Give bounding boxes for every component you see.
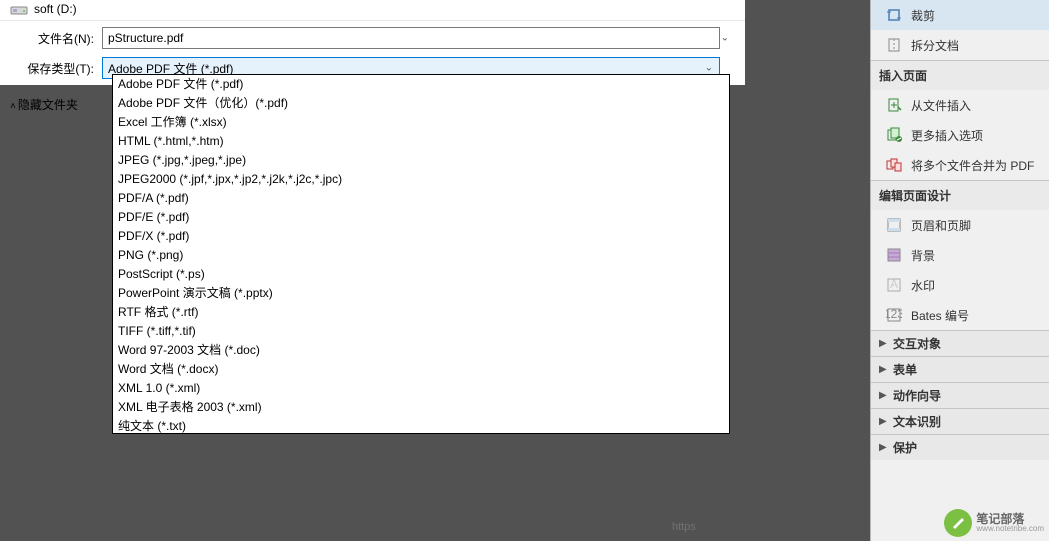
collapsed-section[interactable]: ▶ 交互对象 <box>871 330 1049 356</box>
dropdown-option[interactable]: Adobe PDF 文件（优化）(*.pdf) <box>113 94 729 113</box>
tool-label: 页眉和页脚 <box>911 217 971 234</box>
watermark-logo-icon <box>944 509 972 537</box>
tool-label: 拆分文档 <box>911 37 959 54</box>
triangle-right-icon: ▶ <box>879 338 889 349</box>
drive-location-row[interactable]: soft (D:) <box>0 0 745 21</box>
section-label: 动作向导 <box>893 387 941 404</box>
dropdown-option[interactable]: HTML (*.html,*.htm) <box>113 132 729 151</box>
tool-header-footer[interactable]: 页眉和页脚 <box>871 210 1049 240</box>
section-insert-pages: 插入页面 <box>871 60 1049 90</box>
collapsed-section[interactable]: ▶ 保护 <box>871 434 1049 460</box>
tool-file-insert[interactable]: 从文件插入 <box>871 90 1049 120</box>
dropdown-option[interactable]: Word 文档 (*.docx) <box>113 360 729 379</box>
section-label: 文本识别 <box>893 413 941 430</box>
file-insert-icon <box>885 96 903 114</box>
collapsed-section[interactable]: ▶ 动作向导 <box>871 382 1049 408</box>
tool-label: 从文件插入 <box>911 97 971 114</box>
tool-label: Bates 编号 <box>911 307 969 324</box>
section-edit-design: 编辑页面设计 <box>871 180 1049 210</box>
dropdown-option[interactable]: JPEG (*.jpg,*.jpeg,*.jpe) <box>113 151 729 170</box>
dropdown-option[interactable]: PDF/X (*.pdf) <box>113 227 729 246</box>
save-dialog: soft (D:) 文件名(N): ⌄ 保存类型(T): Adobe PDF 文… <box>0 0 745 85</box>
filename-history-caret[interactable]: ⌄ <box>721 33 729 44</box>
tools-sidebar: 裁剪拆分文档 插入页面 从文件插入更多插入选项将多个文件合并为 PDF 编辑页面… <box>870 0 1049 541</box>
header-footer-icon <box>885 216 903 234</box>
faded-url-text: https <box>672 521 696 533</box>
section-label: 表单 <box>893 361 917 378</box>
savetype-label: 保存类型(T): <box>10 60 102 77</box>
tool-bates[interactable]: 123 Bates 编号 <box>871 300 1049 330</box>
collapsed-section[interactable]: ▶ 表单 <box>871 356 1049 382</box>
site-watermark: 笔记部落 www.notetribe.com <box>944 509 1044 537</box>
split-icon <box>885 36 903 54</box>
crop-icon <box>885 6 903 24</box>
tool-label: 更多插入选项 <box>911 127 983 144</box>
drive-label: soft (D:) <box>34 2 77 16</box>
savetype-dropdown-list[interactable]: Adobe PDF 文件 (*.pdf)Adobe PDF 文件（优化）(*.p… <box>112 74 730 434</box>
triangle-right-icon: ▶ <box>879 390 889 401</box>
tool-label: 水印 <box>911 277 935 294</box>
dropdown-option[interactable]: PNG (*.png) <box>113 246 729 265</box>
triangle-right-icon: ▶ <box>879 364 889 375</box>
chevron-down-icon: ⌄ <box>705 63 713 74</box>
more-insert-icon <box>885 126 903 144</box>
triangle-right-icon: ▶ <box>879 442 889 453</box>
dropdown-option[interactable]: Adobe PDF 文件 (*.pdf) <box>113 75 729 94</box>
tool-watermark[interactable]: A 水印 <box>871 270 1049 300</box>
watermark-sub: www.notetribe.com <box>976 525 1044 533</box>
filename-label: 文件名(N): <box>10 30 102 47</box>
chevron-up-icon: ˄ <box>10 101 16 112</box>
dropdown-option[interactable]: XML 1.0 (*.xml) <box>113 379 729 398</box>
dropdown-option[interactable]: TIFF (*.tiff,*.tif) <box>113 322 729 341</box>
merge-pdf-icon <box>885 156 903 174</box>
dropdown-option[interactable]: PowerPoint 演示文稿 (*.pptx) <box>113 284 729 303</box>
tool-label: 裁剪 <box>911 7 935 24</box>
tool-split[interactable]: 拆分文档 <box>871 30 1049 60</box>
dropdown-option[interactable]: 纯文本 (*.txt) <box>113 417 729 434</box>
tool-background[interactable]: 背景 <box>871 240 1049 270</box>
dropdown-option[interactable]: Excel 工作簿 (*.xlsx) <box>113 113 729 132</box>
tool-merge-pdf[interactable]: 将多个文件合并为 PDF <box>871 150 1049 180</box>
dropdown-option[interactable]: PDF/A (*.pdf) <box>113 189 729 208</box>
dropdown-option[interactable]: Word 97-2003 文档 (*.doc) <box>113 341 729 360</box>
section-label: 保护 <box>893 439 917 456</box>
dropdown-option[interactable]: PDF/E (*.pdf) <box>113 208 729 227</box>
drive-icon <box>10 2 30 16</box>
filename-row: 文件名(N): ⌄ <box>0 21 745 55</box>
bates-icon: 123 <box>885 306 903 324</box>
dropdown-option[interactable]: JPEG2000 (*.jpf,*.jpx,*.jp2,*.j2k,*.j2c,… <box>113 170 729 189</box>
filename-input[interactable] <box>102 27 720 49</box>
tool-more-insert[interactable]: 更多插入选项 <box>871 120 1049 150</box>
dropdown-option[interactable]: XML 电子表格 2003 (*.xml) <box>113 398 729 417</box>
svg-text:123: 123 <box>886 307 902 321</box>
watermark-icon: A <box>885 276 903 294</box>
tool-label: 将多个文件合并为 PDF <box>911 157 1034 174</box>
background-icon <box>885 246 903 264</box>
tool-crop[interactable]: 裁剪 <box>871 0 1049 30</box>
hide-folders-toggle[interactable]: ˄隐藏文件夹 <box>10 96 78 113</box>
collapsed-section[interactable]: ▶ 文本识别 <box>871 408 1049 434</box>
svg-text:A: A <box>890 277 898 291</box>
dropdown-option[interactable]: RTF 格式 (*.rtf) <box>113 303 729 322</box>
triangle-right-icon: ▶ <box>879 416 889 427</box>
dropdown-option[interactable]: PostScript (*.ps) <box>113 265 729 284</box>
tool-label: 背景 <box>911 247 935 264</box>
section-label: 交互对象 <box>893 335 941 352</box>
